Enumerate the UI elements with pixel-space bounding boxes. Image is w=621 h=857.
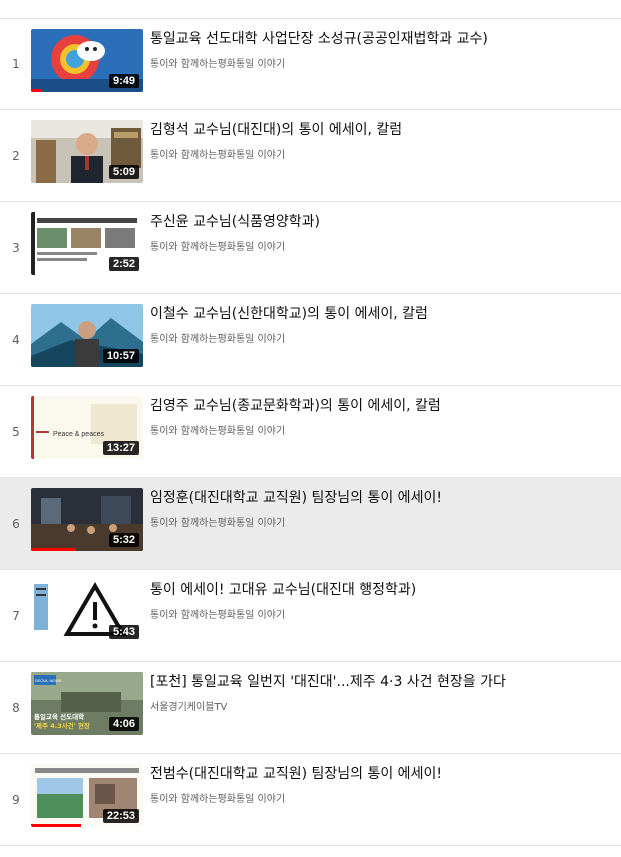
channel-name[interactable]: 서울경기케이블TV	[150, 698, 611, 713]
playlist-item[interactable]: 5 Peace & peaces 13:27 김영주 교수님(종교문화학과)의 …	[0, 386, 621, 478]
duration-badge: 5:43	[108, 625, 139, 639]
video-thumbnail[interactable]: 5:32	[31, 488, 143, 551]
duration-badge: 5:09	[108, 165, 139, 179]
video-thumbnail[interactable]: 5:09	[31, 120, 143, 183]
playlist-index: 4	[12, 332, 20, 347]
channel-name[interactable]: 통이와 함께하는평화통일 이야기	[150, 514, 611, 529]
playlist-item[interactable]: 8 SEOUL NEWS 통일교육 선도대학 '제주 4.3사건' 현장 4:0…	[0, 662, 621, 754]
video-title[interactable]: 김형석 교수님(대진대)의 통이 에세이, 칼럼	[150, 120, 611, 140]
playlist-item[interactable]: 4 10:57 이철수 교수님(신한대학교)의 통이 에세이, 칼럼 통이와 함…	[0, 294, 621, 386]
video-thumbnail[interactable]: 2:52	[31, 212, 143, 275]
video-thumbnail[interactable]: SEOUL NEWS 통일교육 선도대학 '제주 4.3사건' 현장 4:06	[31, 672, 143, 735]
video-thumbnail[interactable]: 10:57	[31, 304, 143, 367]
channel-name[interactable]: 통이와 함께하는평화통일 이야기	[150, 790, 611, 805]
svg-text:'제주 4.3사건' 현장: '제주 4.3사건' 현장	[34, 721, 90, 730]
video-title[interactable]: 주신윤 교수님(식품영양학과)	[150, 212, 611, 232]
playlist-item[interactable]: 2 5:09 김형석 교수님(대진대)의 통이 에세이, 칼럼 통이와 함께하는…	[0, 110, 621, 202]
playlist-item[interactable]: 6 5:32 임정훈(대진대학교 교직원) 팀장님의 통이 에세이! 통이와 함…	[0, 478, 621, 570]
video-title[interactable]: [포천] 통일교육 일번지 '대진대'...제주 4·3 사건 현장을 가다	[150, 672, 611, 692]
video-title[interactable]: 통이 에세이! 고대유 교수님(대진대 행정학과)	[150, 580, 611, 600]
playlist-index: 2	[12, 148, 20, 163]
duration-badge: 9:49	[108, 74, 139, 88]
duration-badge: 4:06	[108, 717, 139, 731]
playlist-item[interactable]: 1 9:49 통일교육 선도대학 사업단장 소성규(공공인재법학과 교수) 통이…	[0, 18, 621, 110]
playlist-index: 3	[12, 240, 20, 255]
channel-name[interactable]: 통이와 함께하는평화통일 이야기	[150, 422, 611, 437]
svg-text:Peace & peaces: Peace & peaces	[53, 431, 104, 438]
video-title[interactable]: 전범수(대진대학교 교직원) 팀장님의 통이 에세이!	[150, 764, 611, 784]
svg-text:SEOUL NEWS: SEOUL NEWS	[35, 678, 62, 683]
video-title[interactable]: 통일교육 선도대학 사업단장 소성규(공공인재법학과 교수)	[150, 29, 611, 49]
watch-progress-bar	[31, 89, 43, 92]
playlist-index: 5	[12, 424, 20, 439]
playlist-index: 8	[12, 700, 20, 715]
duration-badge: 22:53	[102, 809, 139, 823]
video-title[interactable]: 이철수 교수님(신한대학교)의 통이 에세이, 칼럼	[150, 304, 611, 324]
video-thumbnail[interactable]: Peace & peaces 13:27	[31, 396, 143, 459]
duration-badge: 10:57	[102, 349, 139, 363]
channel-name[interactable]: 통이와 함께하는평화통일 이야기	[150, 330, 611, 345]
playlist-item[interactable]: 9 22:53 전범수(대진대학교 교직원) 팀장님의 통이 에세이! 통이와 …	[0, 754, 621, 846]
playlist-index: 9	[12, 792, 20, 807]
playlist-index: 7	[12, 608, 20, 623]
channel-name[interactable]: 통이와 함께하는평화통일 이야기	[150, 55, 611, 70]
svg-text:통일교육 선도대학: 통일교육 선도대학	[34, 712, 84, 721]
channel-name[interactable]: 통이와 함께하는평화통일 이야기	[150, 606, 611, 621]
channel-name[interactable]: 통이와 함께하는평화통일 이야기	[150, 146, 611, 161]
channel-name[interactable]: 통이와 함께하는평화통일 이야기	[150, 238, 611, 253]
video-title[interactable]: 임정훈(대진대학교 교직원) 팀장님의 통이 에세이!	[150, 488, 611, 508]
playlist-index: 1	[12, 57, 20, 71]
playlist-panel: 1 9:49 통일교육 선도대학 사업단장 소성규(공공인재법학과 교수) 통이…	[0, 18, 621, 846]
watch-progress-bar	[31, 548, 76, 551]
video-thumbnail[interactable]: 22:53	[31, 764, 143, 827]
playlist-index: 6	[12, 516, 20, 531]
watch-progress-bar	[31, 824, 82, 827]
playlist-item[interactable]: 7 5:43 통이 에세이! 고대유 교수님(대진대 행정학과) 통이와 함께하…	[0, 570, 621, 662]
video-thumbnail[interactable]: 5:43	[31, 580, 143, 643]
duration-badge: 2:52	[108, 257, 139, 271]
playlist-item[interactable]: 3 2:52 주신윤 교수님(식품영양학과) 통이와 함께하는평화통일 이야기	[0, 202, 621, 294]
video-title[interactable]: 김영주 교수님(종교문화학과)의 통이 에세이, 칼럼	[150, 396, 611, 416]
duration-badge: 5:32	[108, 533, 139, 547]
video-thumbnail[interactable]: 9:49	[31, 29, 143, 92]
duration-badge: 13:27	[102, 441, 139, 455]
